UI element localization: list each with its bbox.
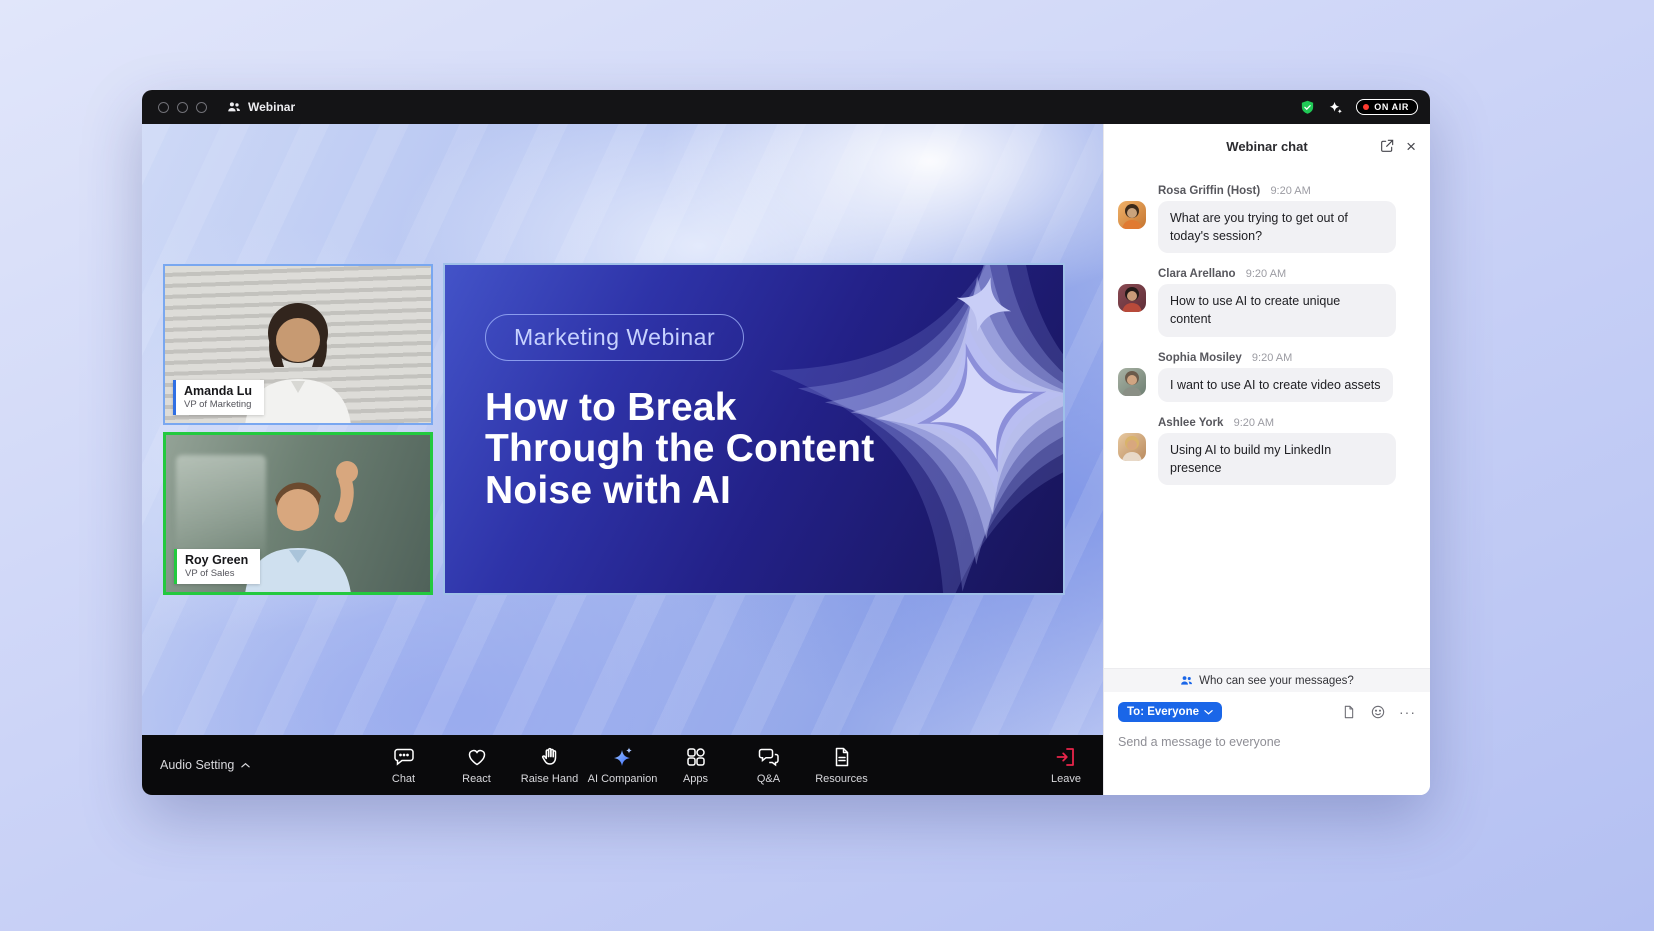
slide-title-line: Through the Content bbox=[485, 428, 965, 469]
nametag-roy: Roy Green VP of Sales bbox=[174, 549, 260, 584]
leave-label: Leave bbox=[1051, 773, 1081, 785]
chevron-up-icon bbox=[241, 762, 250, 768]
message-bubble: What are you trying to get out of today'… bbox=[1158, 201, 1396, 253]
qa-label: Q&A bbox=[757, 773, 780, 785]
video-tile-roy[interactable]: Roy Green VP of Sales bbox=[163, 432, 433, 595]
leave-icon bbox=[1054, 745, 1078, 769]
on-air-label: ON AIR bbox=[1374, 102, 1409, 112]
avatar bbox=[1118, 433, 1146, 461]
chat-message: Rosa Griffin (Host) 9:20 AM What are you… bbox=[1118, 185, 1416, 253]
chat-composer: To: Everyone ··· bbox=[1104, 692, 1430, 795]
message-bubble: Using AI to build my LinkedIn presence bbox=[1158, 433, 1396, 485]
message-time: 9:20 AM bbox=[1234, 417, 1274, 429]
qa-button[interactable]: Q&A bbox=[732, 745, 805, 785]
slide-badge: Marketing Webinar bbox=[485, 314, 744, 361]
shared-slide: Marketing Webinar How to Break Through t… bbox=[443, 263, 1065, 595]
chat-panel: Webinar chat × Rosa Griffin (Host) 9:2 bbox=[1103, 124, 1430, 795]
leave-button[interactable]: Leave bbox=[1051, 745, 1081, 785]
pop-out-icon[interactable] bbox=[1379, 138, 1395, 154]
desktop-background: Webinar ON AIR bbox=[0, 0, 1654, 931]
chat-message: Sophia Mosiley 9:20 AM I want to use AI … bbox=[1118, 352, 1416, 402]
video-tile-amanda[interactable]: Amanda Lu VP of Marketing bbox=[163, 264, 433, 425]
audio-setting-button[interactable]: Audio Setting bbox=[160, 758, 250, 772]
heart-icon bbox=[465, 745, 489, 769]
to-everyone-label: To: Everyone bbox=[1127, 706, 1199, 718]
security-shield-icon[interactable] bbox=[1300, 100, 1315, 115]
webinar-window: Webinar ON AIR bbox=[142, 90, 1430, 795]
to-everyone-selector[interactable]: To: Everyone bbox=[1118, 702, 1222, 722]
message-author: Rosa Griffin (Host) bbox=[1158, 185, 1260, 197]
react-button[interactable]: React bbox=[440, 745, 513, 785]
chat-label: Chat bbox=[392, 773, 415, 785]
window-close-button[interactable] bbox=[158, 102, 169, 113]
chat-message: Ashlee York 9:20 AM Using AI to build my… bbox=[1118, 417, 1416, 485]
titlebar-right: ON AIR bbox=[1300, 99, 1418, 115]
window-controls bbox=[158, 102, 207, 113]
participant-role: VP of Sales bbox=[185, 568, 248, 579]
meeting-toolbar: Audio Setting Chat bbox=[142, 735, 1103, 795]
participant-role: VP of Marketing bbox=[184, 399, 252, 410]
participants-icon bbox=[227, 100, 241, 114]
window-zoom-button[interactable] bbox=[196, 102, 207, 113]
toolbar-buttons: Chat React bbox=[367, 745, 878, 785]
ai-sparkle-icon[interactable] bbox=[1328, 100, 1343, 115]
raise-hand-button[interactable]: Raise Hand bbox=[513, 745, 586, 785]
message-author: Clara Arellano bbox=[1158, 268, 1236, 280]
window-title: Webinar bbox=[248, 100, 295, 114]
raise-hand-icon bbox=[538, 745, 562, 769]
window-titlebar: Webinar ON AIR bbox=[142, 90, 1430, 124]
avatar bbox=[1118, 284, 1146, 312]
chat-icon bbox=[392, 745, 416, 769]
ai-companion-icon bbox=[611, 745, 635, 769]
privacy-note[interactable]: Who can see your messages? bbox=[1104, 668, 1430, 692]
avatar bbox=[1118, 201, 1146, 229]
slide-title-line: How to Break bbox=[485, 387, 965, 428]
resources-button[interactable]: Resources bbox=[805, 745, 878, 785]
react-label: React bbox=[462, 773, 491, 785]
window-title-group: Webinar bbox=[227, 100, 295, 114]
privacy-note-text: Who can see your messages? bbox=[1199, 675, 1354, 687]
window-minimize-button[interactable] bbox=[177, 102, 188, 113]
message-time: 9:20 AM bbox=[1270, 185, 1310, 197]
avatar bbox=[1118, 368, 1146, 396]
chevron-down-icon bbox=[1204, 708, 1213, 717]
raise-hand-label: Raise Hand bbox=[521, 773, 578, 785]
emoji-icon[interactable] bbox=[1370, 704, 1386, 720]
slide-title: How to Break Through the Content Noise w… bbox=[485, 387, 965, 511]
file-attach-icon[interactable] bbox=[1341, 704, 1357, 720]
on-air-badge: ON AIR bbox=[1356, 99, 1418, 115]
chat-button[interactable]: Chat bbox=[367, 745, 440, 785]
participant-name: Amanda Lu bbox=[184, 384, 252, 398]
participant-name: Roy Green bbox=[185, 553, 248, 567]
message-author: Ashlee York bbox=[1158, 417, 1223, 429]
resources-icon bbox=[830, 745, 854, 769]
message-bubble: How to use AI to create unique content bbox=[1158, 284, 1396, 336]
apps-icon bbox=[684, 745, 708, 769]
chat-message: Clara Arellano 9:20 AM How to use AI to … bbox=[1118, 268, 1416, 336]
audio-setting-label: Audio Setting bbox=[160, 758, 234, 772]
people-icon bbox=[1180, 674, 1193, 687]
message-author: Sophia Mosiley bbox=[1158, 352, 1242, 364]
chat-title: Webinar chat bbox=[1226, 139, 1307, 154]
close-icon[interactable]: × bbox=[1406, 138, 1416, 155]
slide-title-line: Noise with AI bbox=[485, 470, 965, 511]
more-options-icon[interactable]: ··· bbox=[1399, 704, 1416, 720]
message-input[interactable]: Send a message to everyone bbox=[1118, 735, 1416, 749]
qa-icon bbox=[757, 745, 781, 769]
message-time: 9:20 AM bbox=[1246, 268, 1286, 280]
apps-button[interactable]: Apps bbox=[659, 745, 732, 785]
chat-header: Webinar chat × bbox=[1104, 124, 1430, 168]
message-bubble: I want to use AI to create video assets bbox=[1158, 368, 1393, 402]
video-stage: Amanda Lu VP of Marketing bbox=[142, 124, 1103, 735]
on-air-dot bbox=[1363, 104, 1369, 110]
ai-companion-button[interactable]: AI Companion bbox=[586, 745, 659, 785]
ai-companion-label: AI Companion bbox=[588, 773, 658, 785]
resources-label: Resources bbox=[815, 773, 868, 785]
apps-label: Apps bbox=[683, 773, 708, 785]
chat-message-list: Rosa Griffin (Host) 9:20 AM What are you… bbox=[1104, 168, 1430, 668]
message-time: 9:20 AM bbox=[1252, 352, 1292, 364]
nametag-amanda: Amanda Lu VP of Marketing bbox=[173, 380, 264, 415]
